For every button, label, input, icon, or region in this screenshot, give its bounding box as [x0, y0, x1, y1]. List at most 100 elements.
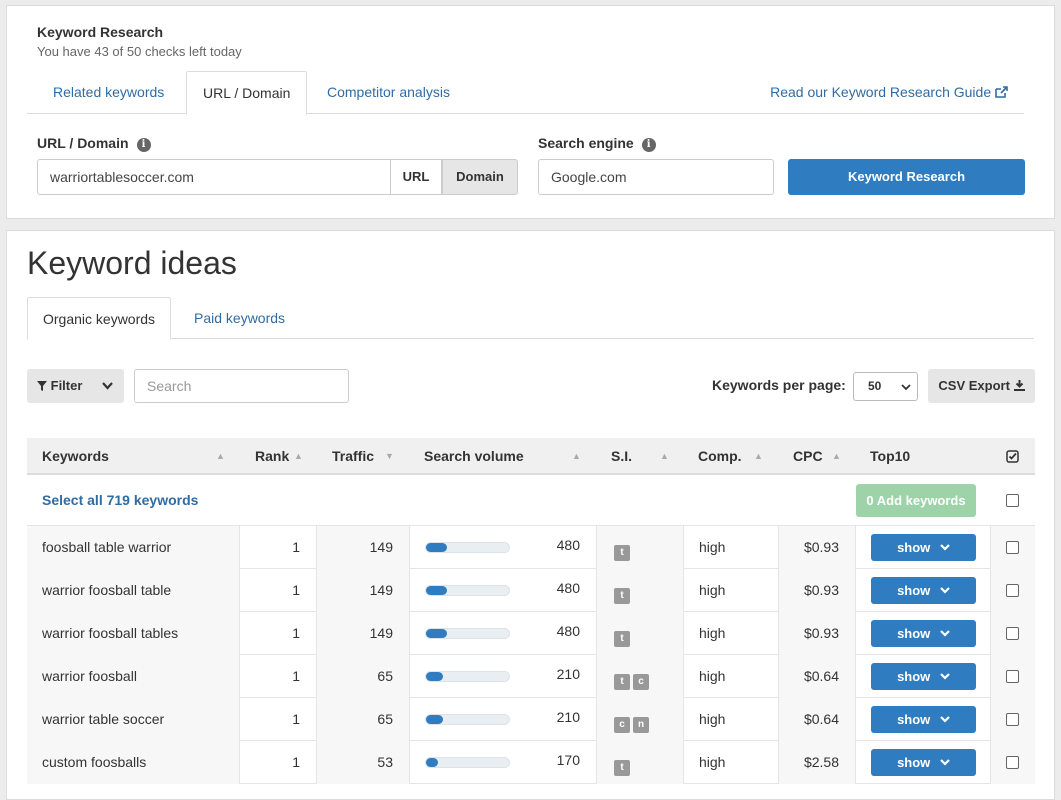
sort-icon[interactable]: ▲ [754, 438, 763, 474]
keyword-cell: custom foosballs [27, 741, 239, 784]
sort-icon[interactable]: ▲ [572, 438, 581, 474]
sort-down-icon[interactable]: ▼ [385, 438, 394, 474]
show-top10-button[interactable]: show [871, 749, 976, 776]
chevron-down-icon [940, 716, 950, 723]
col-keywords[interactable]: Keywords [42, 438, 109, 474]
show-top10-button[interactable]: show [871, 620, 976, 647]
rank-cell: 1 [239, 526, 316, 569]
search-engine-select[interactable]: Google.com [538, 159, 774, 195]
download-icon [1013, 380, 1025, 391]
col-search-volume[interactable]: Search volume [424, 438, 524, 474]
col-traffic[interactable]: Traffic [332, 438, 374, 474]
funnel-icon [37, 381, 47, 391]
sort-icon[interactable]: ▲ [832, 438, 841, 474]
url-mode-button[interactable]: URL [390, 159, 442, 195]
panel-title: Keyword Research [37, 24, 164, 40]
chevron-down-icon [102, 382, 113, 390]
si-badges: t [614, 571, 633, 614]
show-top10-button[interactable]: show [871, 706, 976, 733]
search-volume-cell: 480 [409, 526, 596, 569]
volume-value: 170 [556, 752, 580, 768]
volume-value: 480 [556, 580, 580, 596]
col-competition[interactable]: Comp. [698, 438, 742, 474]
keyword-cell: warrior foosball table [27, 569, 239, 612]
competition-cell: high [683, 526, 778, 569]
row-checkbox[interactable] [1006, 541, 1019, 554]
traffic-cell: 149 [316, 612, 409, 655]
col-cpc[interactable]: CPC [793, 438, 823, 474]
filter-label: Filter [50, 378, 83, 393]
sort-icon[interactable]: ▲ [660, 438, 669, 474]
info-icon[interactable]: i [136, 138, 151, 152]
si-badges: t [614, 743, 633, 786]
search-volume-cell: 210 [409, 655, 596, 698]
si-badge: c [633, 674, 649, 690]
si-badge: t [614, 760, 630, 776]
top10-cell: show [855, 698, 990, 741]
row-checkbox[interactable] [1006, 584, 1019, 597]
domain-mode-button[interactable]: Domain [442, 159, 518, 195]
cpc-cell: $0.93 [778, 526, 855, 569]
volume-bar-fill [426, 672, 443, 681]
filter-button[interactable]: Filter [27, 369, 124, 403]
si-cell: t [596, 612, 683, 655]
row-checkbox[interactable] [1006, 670, 1019, 683]
si-cell: t [596, 741, 683, 784]
tab-related-keywords[interactable]: Related keywords [37, 71, 180, 114]
traffic-cell: 149 [316, 526, 409, 569]
keyword-research-button[interactable]: Keyword Research [788, 159, 1025, 195]
keyword-ideas-panel: Keyword ideas Organic keywords Paid keyw… [6, 230, 1055, 800]
select-all-checkbox[interactable] [1006, 494, 1019, 507]
tab-competitor-analysis[interactable]: Competitor analysis [311, 71, 466, 114]
col-rank[interactable]: Rank [255, 438, 289, 474]
url-domain-label-text: URL / Domain [37, 135, 129, 151]
show-label: show [897, 669, 931, 684]
si-badge: t [614, 545, 630, 561]
volume-bar [425, 542, 510, 553]
row-checkbox[interactable] [1006, 713, 1019, 726]
sort-up-icon[interactable]: ▲ [294, 438, 303, 474]
volume-value: 480 [556, 623, 580, 639]
checkbox-cell [990, 526, 1035, 569]
research-guide-link[interactable]: Read our Keyword Research Guide [770, 71, 1009, 113]
checkbox-cell [990, 741, 1035, 784]
csv-export-button[interactable]: CSV Export [928, 369, 1035, 403]
show-top10-button[interactable]: show [871, 663, 976, 690]
col-si[interactable]: S.I. [611, 438, 632, 474]
top10-cell: show [855, 569, 990, 612]
checkbox-cell [990, 698, 1035, 741]
show-label: show [897, 712, 931, 727]
volume-value: 210 [556, 666, 580, 682]
cpc-cell: $0.93 [778, 612, 855, 655]
show-top10-button[interactable]: show [871, 534, 976, 561]
checks-remaining: You have 43 of 50 checks left today [37, 44, 242, 59]
row-checkbox[interactable] [1006, 756, 1019, 769]
si-cell: t [596, 526, 683, 569]
tab-paid-keywords[interactable]: Paid keywords [179, 297, 300, 339]
cpc-cell: $0.64 [778, 655, 855, 698]
si-cell: tc [596, 655, 683, 698]
add-keywords-button[interactable]: 0 Add keywords [856, 484, 976, 517]
si-badges: t [614, 528, 633, 571]
guide-link-label: Read our Keyword Research Guide [770, 84, 992, 100]
url-input[interactable]: warriortablesoccer.com [37, 159, 391, 195]
tab-organic-keywords[interactable]: Organic keywords [27, 297, 172, 340]
col-top10: Top10 [870, 448, 911, 464]
show-top10-button[interactable]: show [871, 577, 976, 604]
select-all-link[interactable]: Select all 719 keywords [42, 492, 198, 508]
keyword-search-input[interactable]: Search [134, 369, 349, 403]
table-row: custom foosballs 1 53 170 t high $2.58 s… [27, 741, 1035, 784]
sort-icon[interactable]: ▲︎ [216, 438, 225, 474]
search-volume-cell: 210 [409, 698, 596, 741]
tab-url-domain[interactable]: URL / Domain [186, 71, 308, 115]
row-checkbox[interactable] [1006, 627, 1019, 640]
volume-value: 210 [556, 709, 580, 725]
keyword-cell: warrior foosball [27, 655, 239, 698]
external-link-icon [995, 86, 1008, 98]
info-icon[interactable]: i [641, 138, 656, 152]
volume-bar [425, 757, 510, 768]
per-page-select[interactable]: 50 [853, 372, 918, 401]
keyword-cell: warrior foosball tables [27, 612, 239, 655]
chevron-down-icon [940, 544, 950, 551]
volume-bar-fill [426, 715, 443, 724]
